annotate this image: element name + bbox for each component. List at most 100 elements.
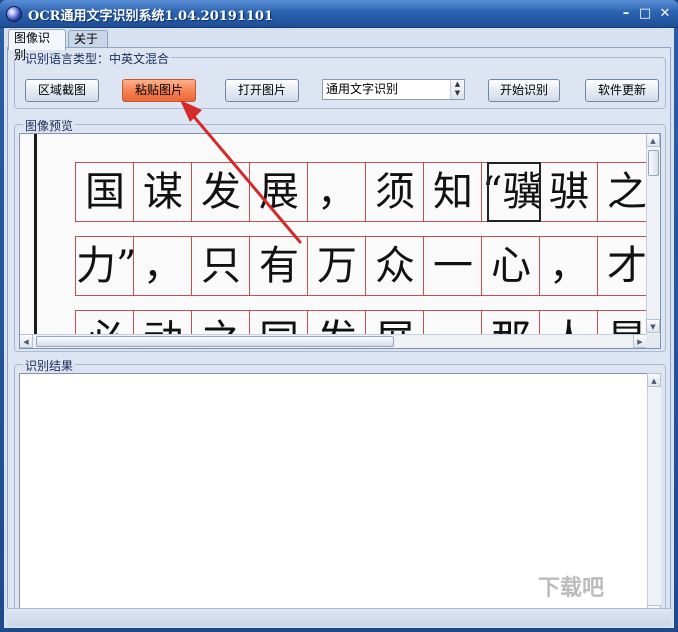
grid-cell: 力” — [75, 237, 137, 295]
grid-cell: 骐 — [539, 163, 597, 221]
handwritten-character: 动 — [134, 313, 192, 334]
handwritten-character: ， — [317, 169, 357, 215]
grid-cell: 动 — [133, 311, 191, 334]
handwritten-character: 国 — [85, 169, 125, 215]
grid-cell: 那 — [481, 311, 539, 334]
open-image-button[interactable]: 打开图片 — [225, 79, 299, 102]
result-vertical-scrollbar[interactable]: ▲ ▼ — [647, 373, 661, 620]
grid-cell — [423, 311, 481, 334]
watermark-logo: 下载吧 — [538, 576, 605, 601]
handwritten-character: 发 — [201, 169, 241, 215]
grid-cell: 众 — [365, 237, 423, 295]
grid-cell: 之 — [191, 311, 249, 334]
app-logo-icon — [6, 6, 22, 22]
grid-cell: 知 — [423, 163, 481, 221]
grid-cell: 人 — [539, 311, 597, 334]
handwritten-character: 是 — [598, 313, 648, 334]
handwritten-character: 知 — [433, 169, 473, 215]
close-button[interactable]: ✕ — [656, 5, 674, 23]
grid-cell: 国 — [75, 163, 133, 221]
software-update-button[interactable]: 软件更新 — [585, 79, 659, 102]
grid-cell: 才 — [597, 237, 648, 295]
handwritten-character — [424, 313, 482, 334]
image-preview-pane[interactable]: 国谋发展，须知“骥骐之力”，只有万众一心，才必动之同发展那人是 ▲ ▼ ◀ ▶ — [19, 133, 661, 349]
preview-vscroll-thumb[interactable] — [648, 150, 659, 176]
handwritten-character: 才 — [607, 243, 647, 289]
preview-horizontal-scrollbar[interactable]: ◀ ▶ — [20, 334, 648, 348]
handwritten-character: 那 — [482, 313, 540, 334]
image-preview-label: 图像预览 — [23, 117, 76, 134]
handwritten-character: 须 — [375, 169, 415, 215]
handwritten-character: 骐 — [549, 169, 589, 215]
handwritten-character: 人 — [540, 313, 598, 334]
scroll-corner — [646, 334, 660, 348]
language-type-group: 识别语言类型：中英文混合 区域截图 粘贴图片 打开图片 通用文字识别 ▲ ▼ 开始… — [14, 50, 666, 109]
grid-cell: 之 — [597, 163, 648, 221]
status-bar — [7, 608, 671, 626]
grid-cell: 心 — [481, 237, 539, 295]
handwritten-character: 一 — [433, 243, 473, 289]
region-screenshot-button[interactable]: 区域截图 — [25, 79, 99, 102]
image-margin-line — [34, 134, 37, 334]
grid-cell: 有 — [249, 237, 307, 295]
handwritten-character: 展 — [259, 169, 299, 215]
scroll-down-icon[interactable]: ▼ — [646, 319, 660, 333]
grid-cell: 同 — [249, 311, 307, 334]
grid-cell: 是 — [597, 311, 648, 334]
recognition-result-label: 识别结果 — [23, 357, 76, 374]
handwritten-character: 谋 — [143, 169, 183, 215]
handwritten-character: 众 — [375, 243, 415, 289]
grid-cell: 发 — [191, 163, 249, 221]
handwritten-character: ， — [143, 243, 183, 289]
grid-row: 力”，只有万众一心，才 — [75, 236, 648, 296]
preview-hscroll-thumb[interactable] — [36, 336, 394, 347]
grid-cell: ， — [307, 163, 365, 221]
paste-image-button[interactable]: 粘贴图片 — [122, 79, 196, 102]
grid-cell: 须 — [365, 163, 423, 221]
grid-cell: 发 — [307, 311, 365, 334]
grid-cell: 谋 — [133, 163, 191, 221]
scroll-right-icon[interactable]: ▶ — [633, 334, 647, 348]
preview-image: 国谋发展，须知“骥骐之力”，只有万众一心，才必动之同发展那人是 — [20, 134, 648, 334]
minimize-button[interactable]: – — [617, 5, 635, 23]
recognition-mode-select[interactable]: 通用文字识别 ▲ ▼ — [322, 79, 465, 100]
handwritten-character: 发 — [308, 313, 366, 334]
tab-panel: 识别语言类型：中英文混合 区域截图 粘贴图片 打开图片 通用文字识别 ▲ ▼ 开始… — [7, 47, 671, 625]
grid-cell: 万 — [307, 237, 365, 295]
handwritten-character: 之 — [607, 169, 647, 215]
scroll-left-icon[interactable]: ◀ — [20, 334, 33, 348]
handwritten-character: 万 — [317, 243, 357, 289]
spinner-arrows-icon[interactable]: ▲ ▼ — [450, 80, 464, 99]
handwritten-character: 展 — [366, 313, 424, 334]
character-highlight-box — [487, 162, 541, 222]
maximize-button[interactable]: □ — [636, 5, 654, 23]
grid-cell: 只 — [191, 237, 249, 295]
client-area: 图像识别 关于 识别语言类型：中英文混合 区域截图 粘贴图片 打开图片 通用文字… — [4, 28, 674, 628]
grid-cell: ， — [539, 237, 597, 295]
handwritten-character: 力” — [76, 243, 137, 289]
scroll-up-icon[interactable]: ▲ — [646, 134, 660, 147]
image-preview-group: 图像预览 国谋发展，须知“骥骐之力”，只有万众一心，才必动之同发展那人是 ▲ ▼… — [14, 117, 666, 352]
app-window: OCR通用文字识别系统1.04.20191101 – □ ✕ 图像识别 关于 识… — [0, 0, 678, 632]
grid-cell: 一 — [423, 237, 481, 295]
handwritten-character: 只 — [201, 243, 241, 289]
result-scroll-up-icon[interactable]: ▲ — [647, 373, 661, 387]
start-recognition-button[interactable]: 开始识别 — [488, 79, 560, 102]
handwritten-character: 同 — [250, 313, 308, 334]
recognition-mode-value: 通用文字识别 — [326, 82, 399, 96]
language-type-label: 识别语言类型：中英文混合 — [23, 50, 172, 67]
handwritten-character: 有 — [259, 243, 299, 289]
handwritten-character: 之 — [192, 313, 250, 334]
grid-row: 必动之同发展 那人是 — [75, 310, 648, 334]
preview-vertical-scrollbar[interactable]: ▲ ▼ — [646, 134, 660, 334]
grid-cell: 必 — [75, 311, 133, 334]
grid-cell: 展 — [249, 163, 307, 221]
handwritten-character: 心 — [491, 243, 531, 289]
handwritten-character: ， — [549, 243, 589, 289]
tab-image-recognition[interactable]: 图像识别 — [8, 29, 66, 62]
handwritten-character: 必 — [76, 313, 134, 334]
title-bar[interactable]: OCR通用文字识别系统1.04.20191101 – □ ✕ — [0, 0, 678, 28]
grid-cell: ， — [133, 237, 191, 295]
grid-cell: 展 — [365, 311, 423, 334]
window-title: OCR通用文字识别系统1.04.20191101 — [28, 9, 274, 24]
